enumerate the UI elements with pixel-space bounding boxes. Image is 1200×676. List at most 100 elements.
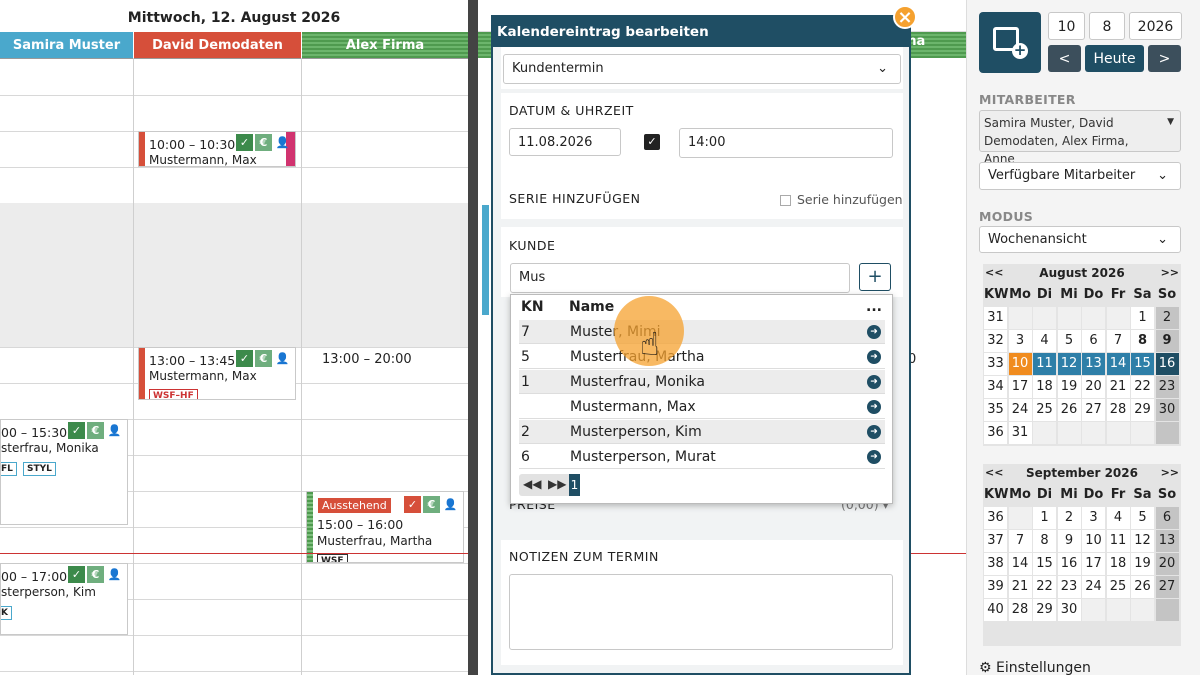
calendar-day[interactable]: 27 [1155,576,1179,598]
employees-select[interactable]: Samira Muster, David Demodaten, Alex Fir… [979,110,1181,166]
series-checkbox-label[interactable]: Serie hinzufügen [797,192,903,207]
calendar-day[interactable]: 19 [1131,553,1154,575]
calendar-day[interactable]: 12 [1057,353,1081,375]
calendar-day[interactable]: 13 [1082,353,1105,375]
customer-row[interactable]: 6 Musterperson, Murat ➜ [519,445,885,469]
close-icon[interactable]: × [893,5,917,29]
calendar-day[interactable]: 15 [1033,553,1056,575]
calendar-day[interactable]: 5 [1057,330,1081,352]
arrow-right-icon[interactable]: ➜ [867,400,881,414]
prev-month-button[interactable]: << [985,466,1003,479]
calendar-day[interactable]: 17 [1082,553,1105,575]
customer-row[interactable]: 7 Muster, Mimi ➜ [519,320,885,344]
event-card[interactable]: 10:00 – 10:30 Mustermann, Max ✓ € 👤 [138,131,296,167]
calendar-day[interactable]: 15 [1131,353,1154,375]
calendar-day[interactable]: 21 [1106,376,1130,398]
today-button[interactable]: Heute [1085,45,1144,72]
event-card[interactable]: 13:00 – 13:45 Mustermann, Max ✓ € 👤 WSF–… [138,347,296,400]
calendar-day[interactable]: 17 [1008,376,1032,398]
prev-button[interactable]: < [1048,45,1081,72]
calendar-day[interactable]: 23 [1155,376,1179,398]
calendar-day[interactable]: 13 [1155,530,1179,552]
calendar-day[interactable]: 6 [1155,507,1179,529]
calendar-day[interactable]: 16 [1057,553,1081,575]
event-card[interactable]: 00 – 17:00 sterperson, Kim ✓ € 👤 K [0,563,128,635]
customer-row[interactable]: 1 Musterfrau, Monika ➜ [519,370,885,394]
employee-header-samira[interactable]: Samira Muster [0,32,133,58]
notes-textarea[interactable] [509,574,893,650]
calendar-day[interactable]: 26 [1131,576,1154,598]
customer-row[interactable]: 5 Musterfrau, Martha ➜ [519,345,885,369]
next-page-icon[interactable]: ▶▶ [548,477,566,491]
available-employees-select[interactable]: Verfügbare Mitarbeiter ⌄ [979,162,1181,190]
calendar-day[interactable]: 18 [1106,553,1130,575]
calendar-day[interactable]: 31 [1008,422,1032,444]
mode-select[interactable]: Wochenansicht ⌄ [979,226,1181,253]
calendar-day[interactable]: 24 [1082,576,1105,598]
customer-row[interactable]: Mustermann, Max ➜ [519,395,885,419]
time-input[interactable]: 14:00 [679,128,893,158]
event-time[interactable]: 13:00 – 20:00 [322,352,412,367]
calendar-day[interactable]: 16 [1155,353,1179,375]
next-button[interactable]: > [1148,45,1181,72]
calendar-day[interactable]: 23 [1057,576,1081,598]
calendar-day[interactable]: 14 [1106,353,1130,375]
calendar-day[interactable]: 27 [1082,399,1105,421]
calendar-day[interactable]: 1 [1131,307,1154,329]
calendar-day[interactable]: 25 [1106,576,1130,598]
calendar-day[interactable]: 11 [1033,353,1056,375]
calendar-day[interactable]: 24 [1008,399,1032,421]
calendar-day[interactable]: 10 [1008,353,1032,375]
month-field[interactable]: 8 [1089,12,1125,40]
next-month-button[interactable]: >> [1161,266,1179,279]
add-customer-button[interactable]: + [859,263,891,291]
series-checkbox[interactable] [780,195,791,206]
calendar-check-icon[interactable]: ✓ [644,134,660,150]
calendar-day[interactable]: 22 [1033,576,1056,598]
calendar-day[interactable]: 20 [1155,553,1179,575]
prev-page-icon[interactable]: ◀◀ [523,477,541,491]
employee-header-alex[interactable]: Alex Firma [302,32,468,58]
employee-header-david[interactable]: David Demodaten [134,32,301,58]
column-more[interactable]: ... [866,299,882,315]
settings-link[interactable]: ⚙ Einstellungen [979,660,1091,676]
event-card[interactable]: 00 – 15:30 sterfrau, Monika ✓ € 👤 FL STY… [0,419,128,525]
customer-search-input[interactable]: Mus [510,263,850,293]
calendar-day[interactable]: 28 [1106,399,1130,421]
arrow-right-icon[interactable]: ➜ [867,325,881,339]
new-entry-button[interactable]: + [979,12,1041,73]
calendar-day[interactable]: 7 [1106,330,1130,352]
calendar-day[interactable]: 29 [1033,599,1056,621]
calendar-day[interactable]: 29 [1131,399,1154,421]
calendar-day[interactable]: 30 [1155,399,1179,421]
page-number[interactable]: 1 [569,474,580,496]
calendar-day[interactable]: 4 [1033,330,1056,352]
calendar-day[interactable]: 12 [1131,530,1154,552]
calendar-day[interactable]: 2 [1155,307,1179,329]
calendar-day[interactable]: 9 [1057,530,1081,552]
calendar-day[interactable]: 7 [1008,530,1032,552]
calendar-day[interactable]: 30 [1057,599,1081,621]
prev-month-button[interactable]: << [985,266,1003,279]
date-input[interactable]: 11.08.2026 [509,128,621,156]
calendar-day[interactable]: 20 [1082,376,1105,398]
customer-row[interactable]: 2 Musterperson, Kim ➜ [519,420,885,444]
calendar-day[interactable]: 5 [1131,507,1154,529]
calendar-day[interactable]: 28 [1008,599,1032,621]
calendar-day[interactable]: 22 [1131,376,1154,398]
day-field[interactable]: 10 [1048,12,1085,40]
calendar-day[interactable]: 2 [1057,507,1081,529]
calendar-day[interactable]: 21 [1008,576,1032,598]
calendar-day[interactable]: 18 [1033,376,1056,398]
arrow-right-icon[interactable]: ➜ [867,375,881,389]
calendar-day[interactable]: 11 [1106,530,1130,552]
calendar-day[interactable]: 10 [1082,530,1105,552]
calendar-day[interactable]: 25 [1033,399,1056,421]
arrow-right-icon[interactable]: ➜ [867,350,881,364]
calendar-day[interactable]: 6 [1082,330,1105,352]
calendar-day[interactable]: 14 [1008,553,1032,575]
calendar-day[interactable]: 8 [1033,530,1056,552]
entry-type-select[interactable]: Kundentermin ⌄ [503,54,901,84]
calendar-day[interactable]: 1 [1033,507,1056,529]
calendar-day[interactable]: 8 [1131,330,1154,352]
